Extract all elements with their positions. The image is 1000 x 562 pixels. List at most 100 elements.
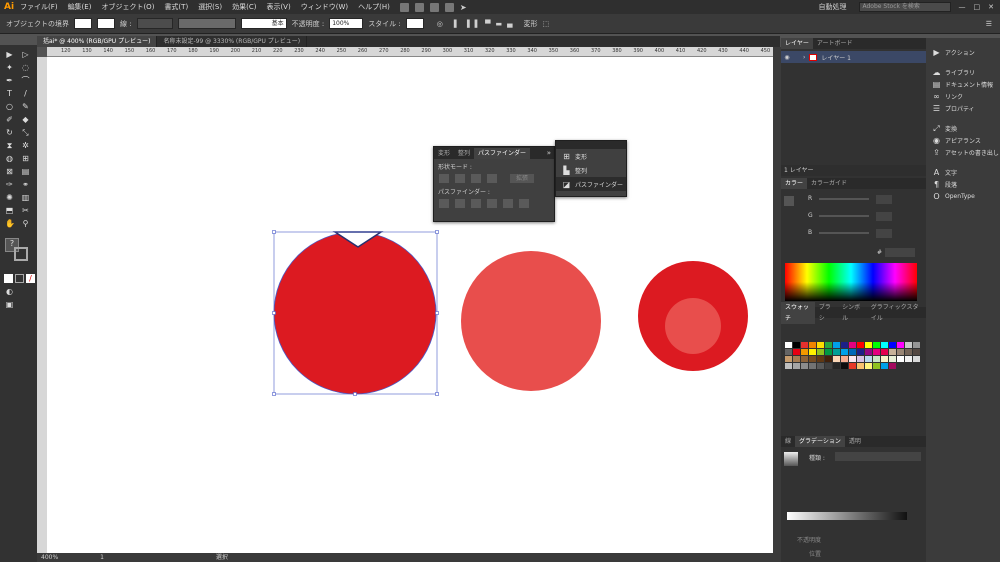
r-slider[interactable] [819,198,869,200]
swatch[interactable] [785,342,792,348]
swatch[interactable] [833,356,840,362]
dock-item-opentype[interactable]: O OpenType [926,190,1000,202]
g-slider[interactable] [819,215,869,217]
menu-file[interactable]: ファイル(F) [20,2,58,12]
zoom-level[interactable]: 400% [41,554,58,561]
menu-select[interactable]: 選択(S) [198,2,222,12]
tab-document-2[interactable]: 名称未設定-99 @ 3330% (RGB/GPU プレビュー) [157,36,308,47]
tab-stroke[interactable]: 線 [781,436,795,447]
swatch[interactable] [873,349,880,355]
send-icon[interactable]: ➤ [460,3,467,12]
gradient-mode-icon[interactable] [15,274,24,283]
arrange-documents-icon[interactable] [429,2,439,12]
swatch[interactable] [881,363,888,369]
screen-mode-icon[interactable]: ▣ [5,300,14,309]
direct-selection-tool-icon[interactable]: ▷ [21,50,30,59]
menu-effect[interactable]: 効果(C) [232,2,256,12]
swatch[interactable] [785,349,792,355]
outline-icon[interactable] [503,199,513,208]
tab-layers[interactable]: レイヤー [781,38,813,49]
swatch[interactable] [793,349,800,355]
handle-top-left[interactable] [272,230,276,234]
tab-transparency[interactable]: 透明 [845,436,865,447]
symbol-sprayer-icon[interactable]: ✺ [5,193,14,202]
align-center-icon[interactable]: ▐ [464,20,469,28]
swatch[interactable] [865,349,872,355]
swatch[interactable] [809,356,816,362]
perspective-grid-icon[interactable]: ⊞ [21,154,30,163]
divide-icon[interactable] [439,199,449,208]
handle-bottom-left[interactable] [272,392,276,396]
stock-icon[interactable] [414,2,424,12]
stroke-weight-input[interactable] [136,18,173,29]
magic-wand-icon[interactable]: ✦ [5,63,14,72]
minus-back-icon[interactable] [519,199,529,208]
dock-item-libraries[interactable]: ☁ ライブラリ [926,66,1000,78]
swatch[interactable] [849,356,856,362]
swatch[interactable] [873,363,880,369]
swatch[interactable] [841,342,848,348]
trim-icon[interactable] [455,199,465,208]
swatch[interactable] [905,342,912,348]
swatch[interactable] [801,342,808,348]
crop-icon[interactable] [487,199,497,208]
swatch[interactable] [857,363,864,369]
tab-graphic-styles[interactable]: グラフィックスタイル [867,302,926,324]
swatch[interactable] [833,349,840,355]
light-red-inner-circle[interactable] [665,298,721,354]
swatch[interactable] [889,342,896,348]
red-circle-selected[interactable] [274,232,436,394]
popup-item-pathfinder[interactable]: ◪ パスファインダー [556,177,626,191]
swatch[interactable] [793,342,800,348]
graphic-style-dropdown[interactable] [405,18,424,29]
swatch[interactable] [881,342,888,348]
swatch[interactable] [825,342,832,348]
tab-swatches[interactable]: スウォッチ [781,301,815,324]
fill-mode-icon[interactable] [4,274,13,283]
g-input[interactable] [876,212,892,221]
swatch[interactable] [865,356,872,362]
control-menu-icon[interactable]: ☰ [986,20,992,28]
scale-tool-icon[interactable]: ⤡ [21,128,30,137]
shape-builder-icon[interactable]: ◍ [5,154,14,163]
handle-right-mid[interactable] [435,311,439,315]
minimize-icon[interactable]: — [959,3,966,11]
type-tool-icon[interactable]: T [5,89,14,98]
menu-view[interactable]: 表示(V) [266,2,290,12]
width-tool-icon[interactable]: ⧗ [5,141,14,150]
gpu-icon[interactable] [444,2,454,12]
pen-tool-icon[interactable]: ✒ [5,76,14,85]
tab-brushes[interactable]: ブラシ [815,302,838,324]
hex-input[interactable] [885,248,915,257]
panel-collapse-icon[interactable]: » [547,149,551,157]
artboard-tool-icon[interactable]: ⬒ [5,206,14,215]
menu-object[interactable]: オブジェクト(O) [101,2,154,12]
brush-dropdown[interactable]: 基本 [240,18,287,29]
graph-tool-icon[interactable]: ▥ [21,193,30,202]
transform-link[interactable]: 変形 [523,19,537,29]
swatch[interactable] [825,349,832,355]
unite-icon[interactable] [439,174,449,183]
swatch[interactable] [849,363,856,369]
menu-window[interactable]: ウィンドウ(W) [301,2,348,12]
dock-item-export[interactable]: ⇪ アセットの書き出し [926,146,1000,158]
merge-icon[interactable] [471,199,481,208]
mesh-tool-icon[interactable]: ⊠ [5,167,14,176]
swatch[interactable] [841,363,848,369]
swatch[interactable] [897,342,904,348]
swatch[interactable] [873,356,880,362]
search-input[interactable]: Adobe Stock を検索 [858,2,951,12]
swatch[interactable] [889,356,896,362]
align-left-icon[interactable]: ▌ [454,20,459,28]
swatch[interactable] [833,342,840,348]
status-mode[interactable]: 選択 [216,554,228,561]
swatch[interactable] [857,349,864,355]
handle-left-mid[interactable] [272,311,276,315]
selection-tool-icon[interactable]: ▶ [5,50,14,59]
align-bottom-icon[interactable]: ▄ [507,20,512,28]
tab-document-1[interactable]: 括ai* @ 400% (RGB/GPU プレビュー) [37,36,158,47]
b-input[interactable] [876,229,892,238]
menu-type[interactable]: 書式(T) [164,2,188,12]
swatch[interactable] [913,356,920,362]
gradient-type-dropdown[interactable] [835,452,921,461]
